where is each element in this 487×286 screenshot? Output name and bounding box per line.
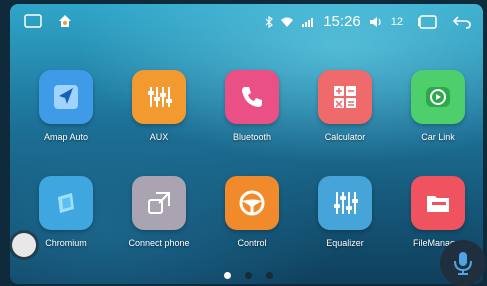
back-icon[interactable] xyxy=(453,15,471,29)
assistive-touch-icon[interactable] xyxy=(12,233,36,257)
app-label: Calculator xyxy=(324,132,366,142)
app-label: Control xyxy=(237,238,267,248)
folder-icon xyxy=(411,176,465,230)
chromium-icon xyxy=(39,176,93,230)
app-equalizer[interactable]: Equalizer xyxy=(305,176,385,248)
home-outline-icon[interactable] xyxy=(24,14,42,28)
signal-icon xyxy=(301,17,315,27)
page-indicator xyxy=(224,272,273,279)
microphone-icon xyxy=(454,252,472,275)
app-car-link[interactable]: Car Link xyxy=(398,70,478,142)
app-amap-auto[interactable]: Amap Auto xyxy=(26,70,106,142)
steering-wheel-icon xyxy=(225,176,279,230)
clock: 15:26 xyxy=(323,13,361,30)
status-bar: 15:26 12 xyxy=(10,4,483,42)
app-label: Chromium xyxy=(45,238,87,248)
app-label: Equalizer xyxy=(326,238,364,248)
connect-phone-icon xyxy=(132,176,186,230)
home-screen: 15:26 12 Amap Auto AUX Bluetooth Calcula… xyxy=(10,4,483,284)
page-dot-3[interactable] xyxy=(266,272,273,279)
navigation-arrow-icon xyxy=(39,70,93,124)
app-label: Amap Auto xyxy=(43,132,89,142)
voice-assistant-button[interactable] xyxy=(440,240,486,286)
phone-handset-icon xyxy=(225,70,279,124)
app-label: Bluetooth xyxy=(232,132,272,142)
page-dot-2[interactable] xyxy=(245,272,252,279)
equalizer-sliders-icon xyxy=(132,70,186,124)
bluetooth-icon xyxy=(265,15,274,28)
app-chromium[interactable]: Chromium xyxy=(26,176,106,248)
app-connect-phone[interactable]: Connect phone xyxy=(119,176,199,248)
equalizer-icon xyxy=(318,176,372,230)
app-label: Car Link xyxy=(421,132,455,142)
app-file-manager[interactable]: FileManager xyxy=(398,176,478,248)
calculator-icon xyxy=(318,70,372,124)
app-label: AUX xyxy=(149,132,169,142)
app-aux[interactable]: AUX xyxy=(119,70,199,142)
app-bluetooth[interactable]: Bluetooth xyxy=(212,70,292,142)
volume-level: 12 xyxy=(390,15,403,28)
app-calculator[interactable]: Calculator xyxy=(305,70,385,142)
app-control[interactable]: Control xyxy=(212,176,292,248)
home-color-icon[interactable] xyxy=(58,14,72,28)
wifi-icon xyxy=(281,17,294,27)
app-label: Connect phone xyxy=(128,238,190,248)
page-dot-1[interactable] xyxy=(224,272,231,279)
carplay-icon xyxy=(411,70,465,124)
recent-apps-icon[interactable] xyxy=(417,14,437,29)
volume-icon[interactable] xyxy=(369,16,383,28)
